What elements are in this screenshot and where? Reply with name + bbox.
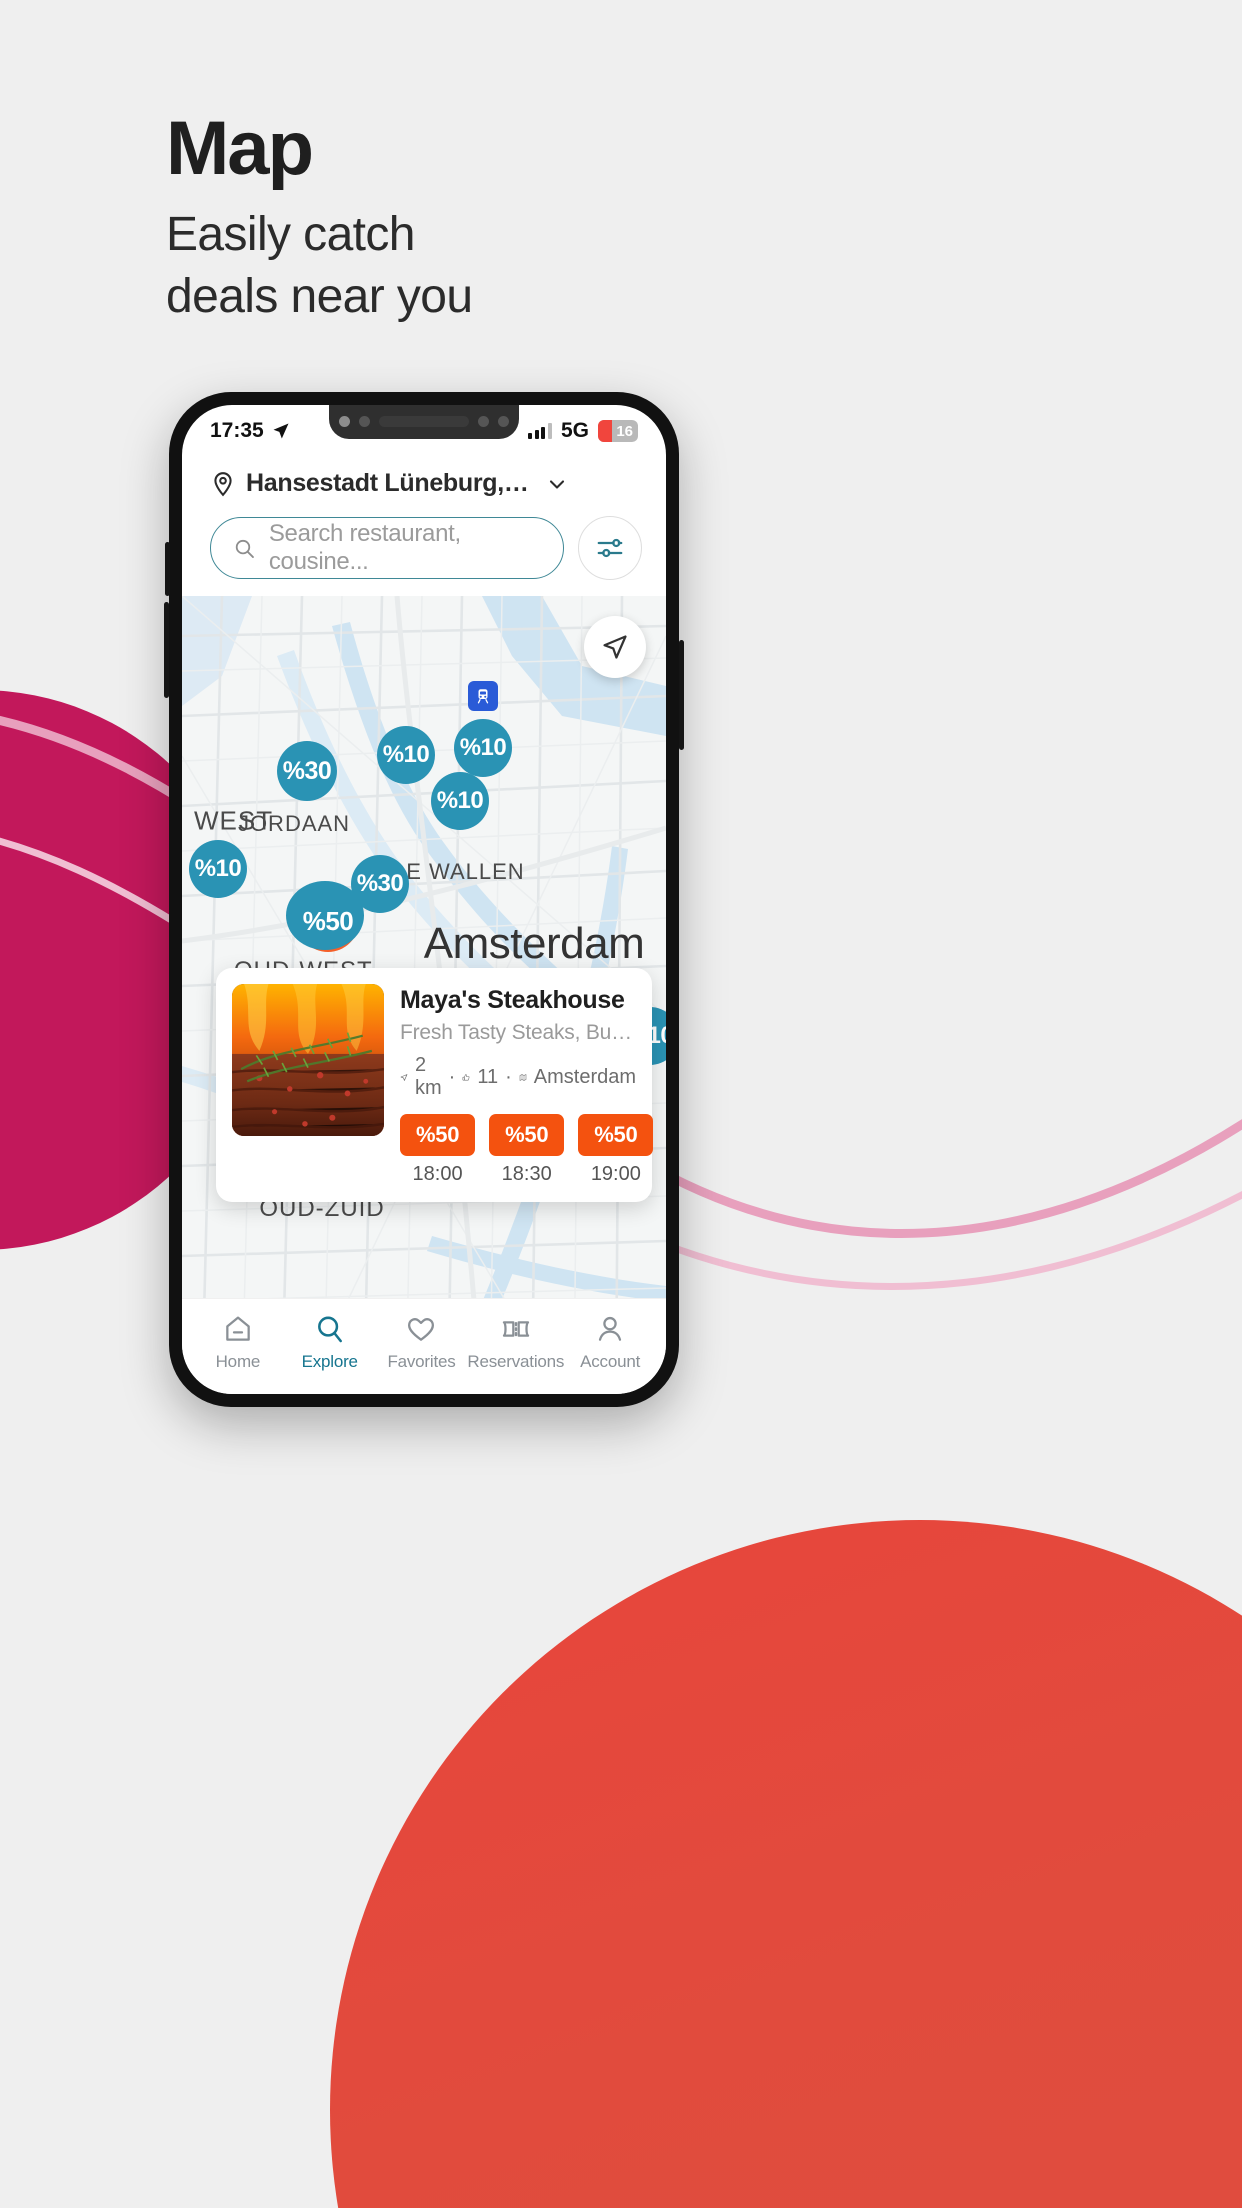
map-label: DE WALLEN bbox=[389, 859, 525, 884]
restaurant-meta: 2 km · 11 · Amsterdam bbox=[400, 1054, 636, 1100]
battery-icon: 16 bbox=[598, 420, 638, 442]
slot-time: 18:00 bbox=[412, 1163, 463, 1185]
search-placeholder: Search restaurant, cousine... bbox=[268, 520, 461, 575]
status-right-group: 5G 16 bbox=[528, 419, 638, 443]
nav-label: Account bbox=[580, 1352, 641, 1371]
phone-notch bbox=[329, 405, 519, 439]
slot-time: 19:00 bbox=[590, 1163, 641, 1185]
map-marker-discount[interactable]: %10 bbox=[189, 840, 247, 898]
nav-label: Reservations bbox=[467, 1352, 565, 1371]
train-station-icon bbox=[477, 689, 489, 704]
search-icon bbox=[235, 539, 254, 558]
restaurant-image bbox=[232, 984, 384, 1136]
reservation-slot[interactable]: %50 19:00 bbox=[578, 1114, 654, 1186]
locate-me-button[interactable] bbox=[584, 616, 646, 678]
map-marker-discount[interactable]: %30 bbox=[277, 741, 337, 801]
meta-separator: · bbox=[505, 1065, 512, 1088]
page-title: Map bbox=[166, 106, 314, 191]
power-button[interactable] bbox=[679, 640, 684, 750]
map-marker-discount[interactable]: %10 bbox=[431, 772, 489, 830]
page-subtitle: Easily catch deals near you bbox=[166, 204, 473, 327]
volume-button[interactable] bbox=[164, 602, 169, 698]
map-marker-discount[interactable]: %10 bbox=[377, 726, 435, 784]
map-label-city: Amsterdam bbox=[423, 919, 645, 968]
restaurant-likes: 11 bbox=[477, 1065, 499, 1088]
meta-separator: · bbox=[448, 1065, 456, 1088]
hero-text-block: Map Easily catch deals near you bbox=[166, 106, 473, 327]
map-marker-discount-selected[interactable]: %50 bbox=[286, 881, 364, 952]
location-label: Hansestadt Lüneburg,… bbox=[246, 469, 529, 497]
grilled-steak-photo bbox=[232, 984, 384, 1136]
nav-item-account[interactable]: Account bbox=[564, 1313, 656, 1372]
nav-label: Explore bbox=[301, 1352, 358, 1371]
search-icon bbox=[317, 1316, 342, 1343]
thumbs-up-icon bbox=[462, 1073, 470, 1080]
location-pin-icon bbox=[214, 471, 232, 496]
person-icon bbox=[598, 1316, 622, 1341]
status-network: 5G bbox=[560, 419, 589, 442]
nav-label: Favorites bbox=[387, 1352, 456, 1371]
location-header[interactable]: Hansestadt Lüneburg,… bbox=[182, 457, 666, 502]
heart-icon bbox=[408, 1318, 435, 1341]
sensor-dot-icon bbox=[478, 415, 489, 427]
chevron-down-icon[interactable] bbox=[545, 472, 569, 496]
bottom-navigation: Home Explore Favorites Reservations Acco… bbox=[182, 1298, 666, 1394]
slot-discount: %50 bbox=[489, 1114, 565, 1156]
restaurant-card[interactable]: Maya's Steakhouse Fresh Tasty Steaks, Bu… bbox=[216, 968, 654, 1202]
reservation-slot[interactable]: %50 18:30 bbox=[489, 1114, 565, 1186]
map-label: JORDAAN bbox=[237, 811, 351, 836]
slot-time: 18:30 bbox=[501, 1163, 552, 1185]
cellular-bars-icon bbox=[528, 423, 552, 439]
earpiece-speaker bbox=[379, 415, 469, 427]
filter-button[interactable] bbox=[578, 516, 642, 580]
phone-mockup: 17:35 5G 16 Hansestadt Lüneburg,… Search… bbox=[164, 392, 684, 1407]
nav-item-explore[interactable]: Explore bbox=[284, 1313, 376, 1372]
navigate-icon bbox=[603, 635, 627, 659]
sensor-dot-icon bbox=[498, 415, 509, 427]
map-marker-discount[interactable]: %10 bbox=[454, 719, 512, 777]
battery-level: 16 bbox=[616, 422, 633, 440]
nav-label: Home bbox=[215, 1352, 261, 1371]
map-icon bbox=[519, 1073, 527, 1081]
page-subtitle-line2: deals near you bbox=[166, 269, 473, 323]
sensor-dot-icon bbox=[359, 415, 370, 427]
ticket-icon bbox=[502, 1321, 529, 1337]
nav-item-reservations[interactable]: Reservations bbox=[467, 1313, 564, 1372]
nav-item-home[interactable]: Home bbox=[192, 1313, 284, 1372]
restaurant-details: Maya's Steakhouse Fresh Tasty Steaks, Bu… bbox=[400, 984, 654, 1186]
search-input[interactable]: Search restaurant, cousine... bbox=[210, 517, 564, 579]
page-subtitle-line1: Easily catch bbox=[166, 208, 416, 262]
transit-marker[interactable] bbox=[468, 681, 498, 711]
status-time: 17:35 bbox=[210, 419, 264, 442]
nav-item-favorites[interactable]: Favorites bbox=[376, 1313, 468, 1372]
restaurant-distance: 2 km bbox=[415, 1054, 442, 1099]
restaurant-city: Amsterdam bbox=[533, 1065, 637, 1088]
slot-discount: %50 bbox=[400, 1114, 476, 1156]
phone-screen: 17:35 5G 16 Hansestadt Lüneburg,… Search… bbox=[182, 405, 666, 1394]
map-view[interactable]: WEST JORDAAN DE WALLEN OUD-WEST Amsterda… bbox=[182, 596, 666, 1298]
front-camera-icon bbox=[339, 415, 350, 427]
navigation-arrow-icon bbox=[400, 1073, 408, 1081]
reservation-slots: %50 18:00 %50 18:30 %50 19:00 bbox=[400, 1114, 654, 1186]
restaurant-description: Fresh Tasty Steaks, Burgers, Faj... bbox=[400, 1021, 636, 1044]
home-icon bbox=[226, 1316, 250, 1341]
filter-sliders-icon bbox=[597, 538, 623, 558]
search-row: Search restaurant, cousine... bbox=[182, 502, 666, 596]
status-time-group: 17:35 bbox=[210, 419, 291, 443]
restaurant-name: Maya's Steakhouse bbox=[400, 986, 625, 1014]
status-bar: 17:35 5G 16 bbox=[182, 405, 666, 457]
red-blob bbox=[330, 1520, 1242, 2208]
reservation-slot[interactable]: %50 18:00 bbox=[400, 1114, 476, 1186]
navigation-arrow-icon bbox=[273, 423, 289, 439]
slot-discount: %50 bbox=[578, 1114, 654, 1156]
